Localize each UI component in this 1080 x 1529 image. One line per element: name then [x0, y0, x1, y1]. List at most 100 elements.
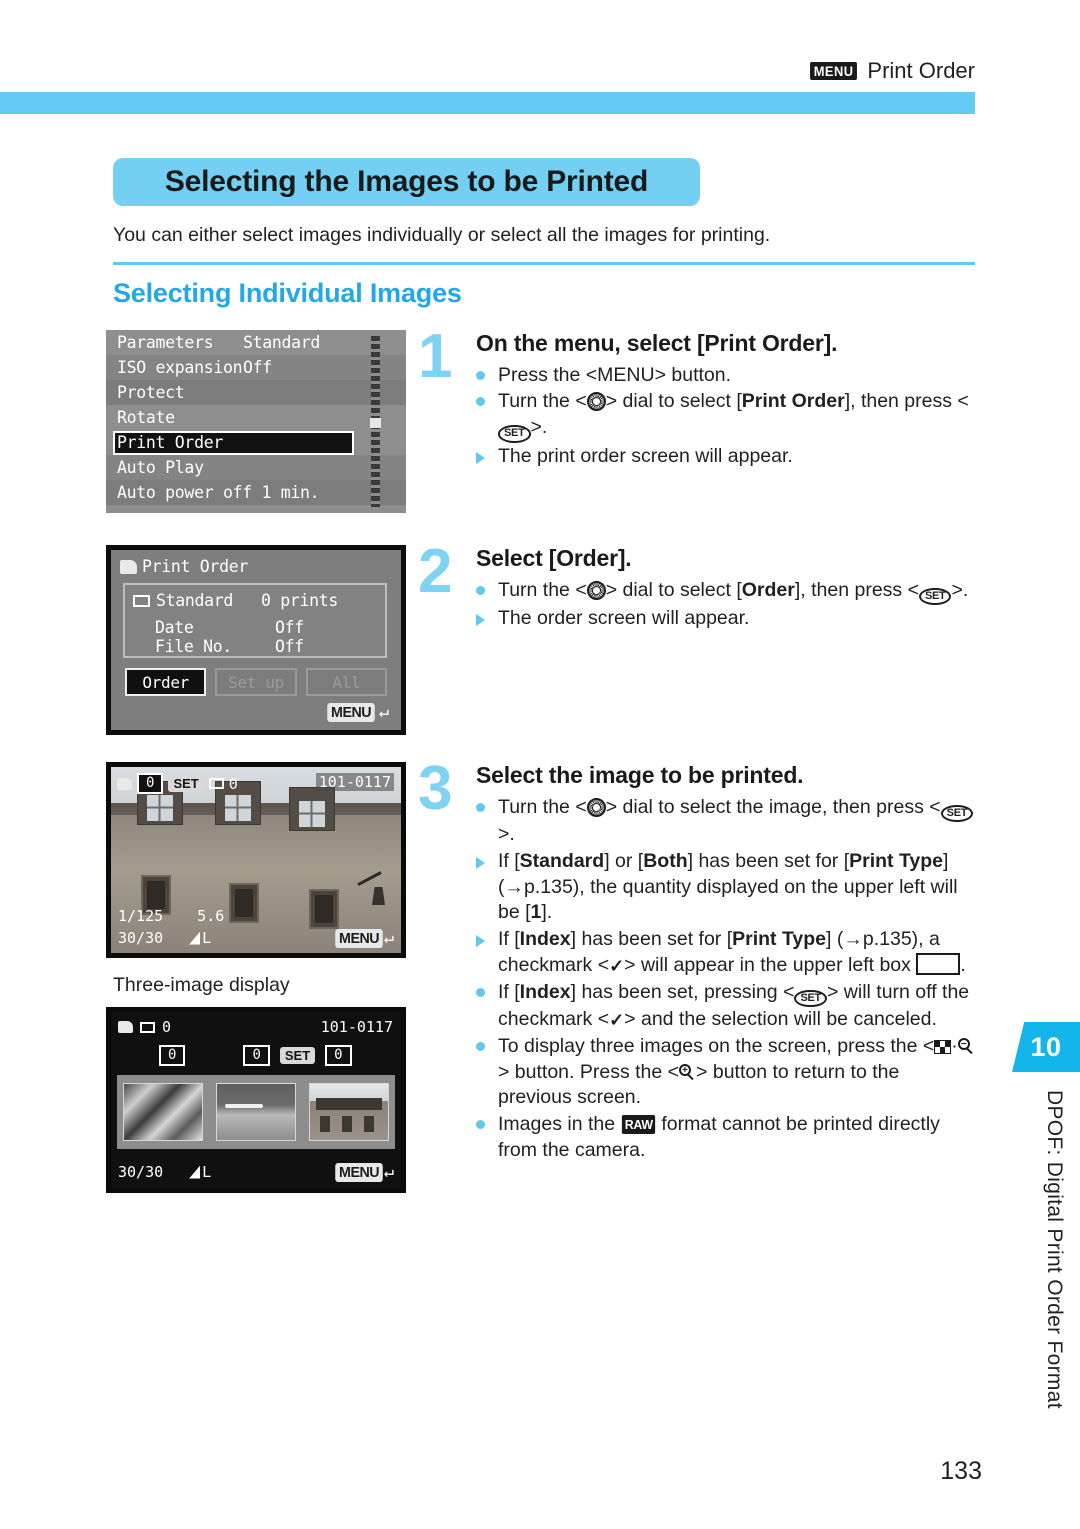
menu-item-label: ISO expansion — [117, 358, 243, 377]
quality-icon — [189, 1165, 201, 1179]
print-quantity-overlay: 0 SET 0 — [117, 773, 238, 794]
raw-format-icon: RAW — [621, 1115, 656, 1135]
table-row: Auto power off 1 min. — [106, 480, 406, 505]
step-2: 2 Select [Order]. Turn the < > dial to se… — [418, 541, 978, 633]
page-number: 133 — [940, 1457, 982, 1485]
magnify-minus-icon: − — [957, 1037, 975, 1055]
playback-status-bar: 30/30 L MENU ↵ — [118, 928, 394, 948]
menu-item-label: Parameters — [117, 333, 214, 352]
return-arrow-icon: ↵ — [383, 1162, 394, 1182]
chapter-tab: 10 — [1012, 1022, 1080, 1072]
bullet-triangle-icon — [476, 853, 485, 869]
bullet-dot-icon — [476, 582, 485, 595]
print-standard-icon — [133, 594, 150, 607]
print-order-screenshot: Print Order Standard 0 prints Date Off F… — [106, 545, 406, 735]
printer-icon — [117, 777, 132, 790]
printer-icon — [118, 1021, 133, 1033]
bullet-text: The print order screen will appear. — [498, 444, 793, 467]
bullet-text: Images in the RAW format cannot be print… — [498, 1113, 940, 1161]
thumbnail-strip — [117, 1075, 395, 1149]
printer-icon — [120, 559, 137, 574]
set-icon: SET — [279, 1046, 316, 1064]
frame-counter: 30/30 — [118, 1163, 164, 1181]
menu-icon: MENU — [326, 702, 375, 722]
list-item: If [Standard] or [Both] has been set for… — [476, 849, 978, 926]
section-divider — [113, 262, 975, 265]
set-icon: SET — [918, 587, 952, 606]
bullet-text: Turn the < > dial to select [Print Order]… — [498, 390, 969, 443]
bullet-text: Turn the < > dial to select the image, th… — [498, 796, 974, 845]
page-title-band: Selecting the Images to be Printed — [113, 158, 700, 206]
table-row: Parameters Standard — [106, 330, 406, 355]
list-item: The print order screen will appear. — [476, 444, 978, 470]
list-item: If [Index] has been set, pressing < SET > … — [476, 980, 978, 1033]
aperture: 5.6 — [197, 907, 225, 925]
print-order-button-row: Order Set up All — [125, 668, 387, 696]
thumbnail-image[interactable] — [123, 1083, 204, 1141]
standard-label: Standard — [156, 591, 234, 610]
table-row: Rotate — [106, 405, 406, 430]
bullet-dot-icon — [476, 984, 485, 997]
list-item: Images in the RAW format cannot be print… — [476, 1112, 978, 1163]
step-number: 2 — [418, 537, 453, 606]
menu-row-list: Parameters Standard ISO expansion Off Pr… — [106, 330, 406, 505]
empty-box-icon — [916, 952, 961, 975]
thumbnail-image[interactable] — [215, 1083, 296, 1141]
set-up-button[interactable]: Set up — [215, 668, 297, 696]
date-label: Date — [155, 618, 194, 637]
single-image-screenshot: 0 SET 0 101-0117 1/125 5.6 30/30 L MENU … — [106, 762, 406, 958]
step-number: 1 — [418, 322, 453, 391]
bullet-dot-icon — [476, 393, 485, 407]
step-number: 3 — [418, 754, 453, 823]
quality-label: L — [202, 1163, 212, 1181]
list-item: To display three images on the screen, p… — [476, 1034, 978, 1111]
chapter-title-vertical: DPOF: Digital Print Order Format — [1043, 1090, 1066, 1409]
chapter-number: 10 — [1030, 1031, 1062, 1062]
quality-icon — [189, 931, 201, 945]
bullet-triangle-icon — [476, 931, 485, 948]
scrollbar-thumb[interactable] — [370, 418, 381, 428]
three-image-header: 0 — [118, 1018, 171, 1036]
index-count: 0 — [228, 774, 238, 793]
dial-icon — [586, 797, 606, 817]
table-row: ISO expansion Off — [106, 355, 406, 380]
list-item: The order screen will appear. — [476, 606, 978, 632]
index-count: 0 — [162, 1018, 172, 1036]
three-image-screenshot: 0 101-0117 0 0 SET 0 30/30 L MENU ↵ — [106, 1007, 406, 1193]
thumbnail-count-3: 0 — [325, 1044, 352, 1066]
menu-return-hint: MENU ↵ — [326, 702, 389, 722]
bullet-text: To display three images on the screen, p… — [498, 1035, 975, 1108]
step-1: 1 On the menu, select [Print Order]. Pre… — [418, 326, 978, 470]
thumbnail-image-selected[interactable] — [308, 1083, 389, 1141]
index-display-icon — [934, 1039, 952, 1054]
print-settings-box: Standard 0 prints Date Off File No. Off — [123, 583, 387, 658]
checkmark-icon: ✓ — [609, 1010, 625, 1031]
all-button[interactable]: All — [305, 668, 387, 696]
file-number: 101-0117 — [315, 773, 394, 791]
bullet-text: If [Standard] or [Both] has been set for… — [498, 849, 958, 924]
list-item: Turn the < > dial to select [Order], then… — [476, 578, 978, 606]
bullet-triangle-icon — [476, 448, 485, 464]
index-mark-icon — [208, 778, 224, 789]
quality-label: L — [202, 929, 212, 947]
facade-window — [229, 883, 259, 923]
order-button[interactable]: Order — [125, 668, 207, 696]
file-number: 101-0117 — [320, 1018, 393, 1036]
magnify-plus-icon: + — [679, 1063, 696, 1081]
table-row: Protect — [106, 380, 406, 405]
menu-item-label: Auto power off 1 min. — [117, 483, 320, 502]
table-row-selected: Print Order — [106, 430, 406, 455]
section-title: Selecting Individual Images — [113, 278, 462, 308]
street-lamp — [351, 871, 385, 927]
thumbnail-count-2: 0 — [243, 1044, 270, 1066]
list-item: Press the <MENU> button. — [476, 363, 978, 389]
bullet-dot-icon — [476, 1038, 485, 1051]
intro-paragraph: You can either select images individuall… — [113, 224, 771, 246]
bullet-dot-icon — [476, 1116, 485, 1130]
list-item: Turn the < > dial to select [Print Order]… — [476, 389, 978, 443]
playback-status-bar: 30/30 L MENU ↵ — [118, 1162, 394, 1182]
return-arrow-icon: ↵ — [383, 928, 394, 948]
exposure-info: 1/125 5.6 — [118, 907, 224, 925]
shutter-speed: 1/125 — [118, 907, 164, 925]
menu-item-label: Protect — [117, 383, 185, 402]
